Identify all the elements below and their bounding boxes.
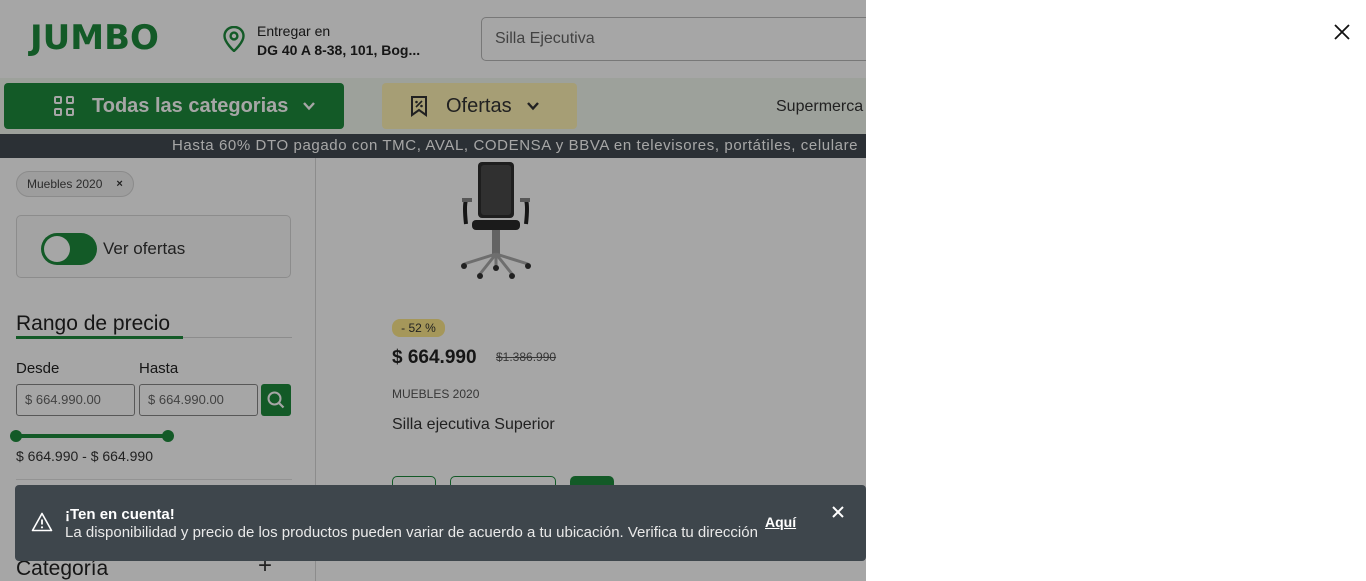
- toast-close-icon[interactable]: [829, 503, 847, 521]
- toast-message: La disponibilidad y precio de los produc…: [65, 524, 758, 541]
- drawer-close-icon[interactable]: [1333, 23, 1351, 41]
- location-notice-toast: ¡Ten en cuenta! La disponibilidad y prec…: [15, 485, 866, 561]
- warning-icon: [31, 512, 53, 532]
- toast-title: ¡Ten en cuenta!: [65, 506, 175, 523]
- toast-link-aqui[interactable]: Aquí: [765, 514, 796, 530]
- side-drawer: [866, 0, 1366, 581]
